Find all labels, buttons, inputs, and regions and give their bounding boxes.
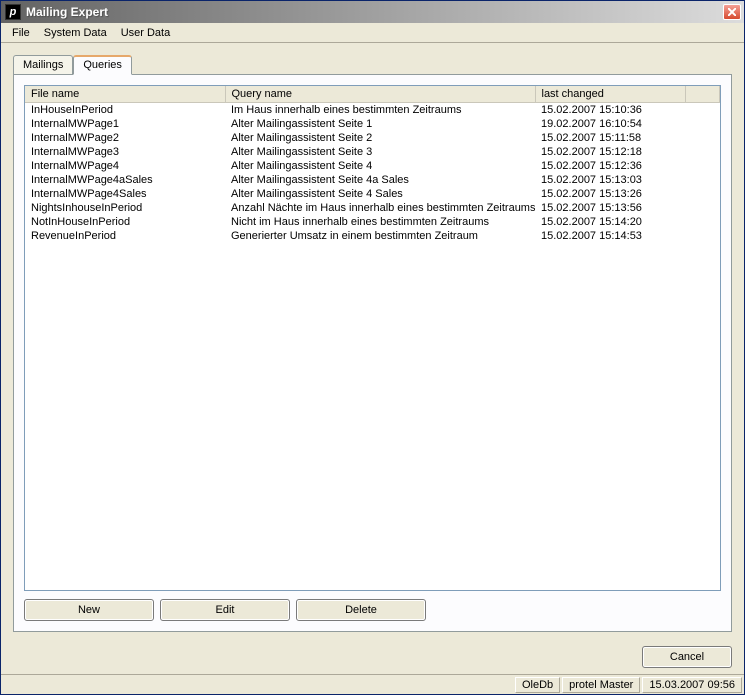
menubar: File System Data User Data — [1, 23, 744, 43]
content-area: Mailings Queries File name Query name la… — [1, 43, 744, 636]
column-header-pad — [685, 86, 720, 103]
cell-file-name: InternalMWPage3 — [25, 145, 225, 159]
cell-pad — [685, 131, 720, 145]
cell-last-changed: 15.02.2007 15:12:36 — [535, 159, 685, 173]
cell-last-changed: 15.02.2007 15:13:26 — [535, 187, 685, 201]
cell-last-changed: 15.02.2007 15:14:20 — [535, 215, 685, 229]
cell-pad — [685, 117, 720, 131]
cell-file-name: RevenueInPeriod — [25, 229, 225, 243]
delete-button[interactable]: Delete — [296, 599, 426, 621]
cell-query-name: Nicht im Haus innerhalb eines bestimmten… — [225, 215, 535, 229]
bottom-button-row: Cancel — [1, 636, 744, 674]
cell-query-name: Alter Mailingassistent Seite 4 — [225, 159, 535, 173]
cell-file-name: NotInHouseInPeriod — [25, 215, 225, 229]
cell-file-name: InternalMWPage1 — [25, 117, 225, 131]
column-header-last-changed[interactable]: last changed — [535, 86, 685, 103]
column-header-row: File name Query name last changed — [25, 86, 720, 103]
cancel-button[interactable]: Cancel — [642, 646, 732, 668]
menu-system-data[interactable]: System Data — [37, 25, 114, 41]
close-button[interactable] — [723, 4, 741, 20]
cell-file-name: InHouseInPeriod — [25, 103, 225, 117]
table-row[interactable]: NotInHouseInPeriodNicht im Haus innerhal… — [25, 215, 720, 229]
cell-query-name: Alter Mailingassistent Seite 4a Sales — [225, 173, 535, 187]
table-row[interactable]: InternalMWPage1Alter Mailingassistent Se… — [25, 117, 720, 131]
cell-file-name: InternalMWPage4aSales — [25, 173, 225, 187]
status-datetime: 15.03.2007 09:56 — [642, 677, 742, 693]
cell-pad — [685, 229, 720, 243]
cell-last-changed: 15.02.2007 15:10:36 — [535, 103, 685, 117]
cell-query-name: Alter Mailingassistent Seite 3 — [225, 145, 535, 159]
cell-file-name: InternalMWPage4 — [25, 159, 225, 173]
cell-pad — [685, 159, 720, 173]
table-row[interactable]: InternalMWPage4Alter Mailingassistent Se… — [25, 159, 720, 173]
cell-query-name: Alter Mailingassistent Seite 2 — [225, 131, 535, 145]
column-header-file-name[interactable]: File name — [25, 86, 225, 103]
main-window: p Mailing Expert File System Data User D… — [0, 0, 745, 695]
cell-last-changed: 15.02.2007 15:13:56 — [535, 201, 685, 215]
column-header-query-name[interactable]: Query name — [225, 86, 535, 103]
cell-last-changed: 19.02.2007 16:10:54 — [535, 117, 685, 131]
edit-button[interactable]: Edit — [160, 599, 290, 621]
cell-pad — [685, 215, 720, 229]
cell-last-changed: 15.02.2007 15:12:18 — [535, 145, 685, 159]
table-row[interactable]: InternalMWPage4aSalesAlter Mailingassist… — [25, 173, 720, 187]
table-row[interactable]: InternalMWPage3Alter Mailingassistent Se… — [25, 145, 720, 159]
menu-file[interactable]: File — [5, 25, 37, 41]
cell-query-name: Anzahl Nächte im Haus innerhalb eines be… — [225, 201, 535, 215]
new-button[interactable]: New — [24, 599, 154, 621]
close-icon — [728, 8, 736, 16]
table-row[interactable]: NightsInhouseInPeriodAnzahl Nächte im Ha… — [25, 201, 720, 215]
window-title: Mailing Expert — [26, 5, 723, 19]
cell-file-name: InternalMWPage2 — [25, 131, 225, 145]
queries-list[interactable]: File name Query name last changed InHous… — [24, 85, 721, 591]
table-row[interactable]: RevenueInPeriodGenerierter Umsatz in ein… — [25, 229, 720, 243]
cell-query-name: Alter Mailingassistent Seite 4 Sales — [225, 187, 535, 201]
titlebar: p Mailing Expert — [1, 1, 744, 23]
app-icon: p — [5, 4, 21, 20]
tab-mailings[interactable]: Mailings — [13, 55, 73, 74]
cell-pad — [685, 201, 720, 215]
cell-query-name: Generierter Umsatz in einem bestimmten Z… — [225, 229, 535, 243]
action-button-row: New Edit Delete — [24, 591, 721, 621]
cell-last-changed: 15.02.2007 15:13:03 — [535, 173, 685, 187]
cell-pad — [685, 103, 720, 117]
tab-queries[interactable]: Queries — [73, 55, 132, 75]
cell-last-changed: 15.02.2007 15:11:58 — [535, 131, 685, 145]
cell-last-changed: 15.02.2007 15:14:53 — [535, 229, 685, 243]
status-user: protel Master — [562, 677, 640, 693]
tabs-row: Mailings Queries — [13, 53, 732, 74]
table-row[interactable]: InternalMWPage2Alter Mailingassistent Se… — [25, 131, 720, 145]
status-db: OleDb — [515, 677, 560, 693]
cell-pad — [685, 187, 720, 201]
cell-query-name: Alter Mailingassistent Seite 1 — [225, 117, 535, 131]
cell-query-name: Im Haus innerhalb eines bestimmten Zeitr… — [225, 103, 535, 117]
statusbar: OleDb protel Master 15.03.2007 09:56 — [1, 674, 744, 694]
tab-panel-queries: File name Query name last changed InHous… — [13, 74, 732, 632]
menu-user-data[interactable]: User Data — [114, 25, 178, 41]
cell-pad — [685, 145, 720, 159]
table-row[interactable]: InHouseInPeriodIm Haus innerhalb eines b… — [25, 103, 720, 117]
cell-pad — [685, 173, 720, 187]
table-row[interactable]: InternalMWPage4SalesAlter Mailingassiste… — [25, 187, 720, 201]
cell-file-name: NightsInhouseInPeriod — [25, 201, 225, 215]
cell-file-name: InternalMWPage4Sales — [25, 187, 225, 201]
